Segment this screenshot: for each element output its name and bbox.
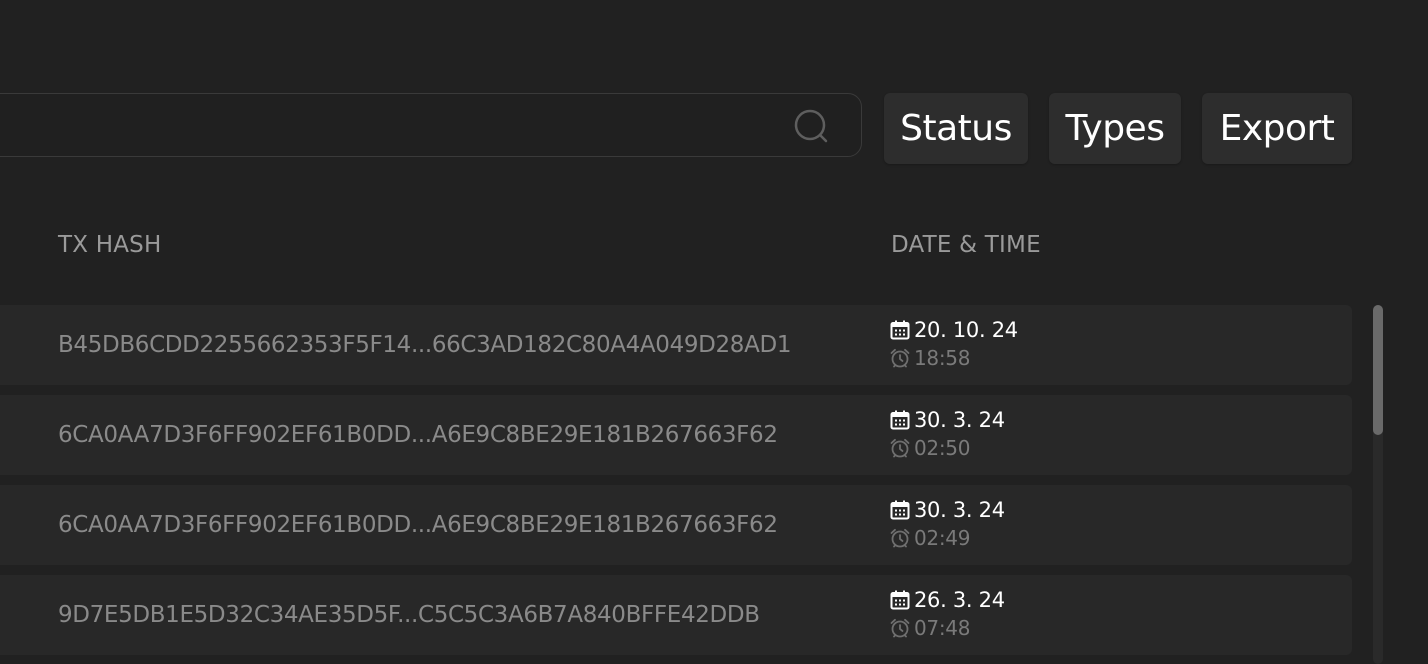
table-row[interactable]: 9D7E5DB1E5D32C34AE35D5F...C5C5C3A6B7A840…	[0, 575, 1352, 655]
tx-hash-cell[interactable]: 6CA0AA7D3F6FF902EF61B0DD...A6E9C8BE29E18…	[58, 395, 868, 475]
scrollbar-thumb[interactable]	[1373, 305, 1383, 435]
date-cell: 30. 3. 24	[890, 408, 1005, 432]
calendar-icon	[890, 320, 910, 340]
column-header-tx-hash: TX HASH	[58, 232, 162, 258]
search-input[interactable]	[11, 94, 795, 157]
tx-hash-cell[interactable]: B45DB6CDD2255662353F5F14...66C3AD182C80A…	[58, 305, 868, 385]
date-text: 30. 3. 24	[914, 408, 1005, 432]
time-cell: 02:50	[890, 436, 970, 460]
table-row[interactable]: 6CA0AA7D3F6FF902EF61B0DD...A6E9C8BE29E18…	[0, 485, 1352, 565]
time-text: 07:48	[914, 616, 971, 640]
table-row[interactable]: B45DB6CDD2255662353F5F14...66C3AD182C80A…	[0, 305, 1352, 385]
types-filter-button[interactable]: Types	[1049, 93, 1181, 164]
export-button[interactable]: Export	[1202, 93, 1352, 164]
alarm-clock-icon	[890, 438, 910, 458]
time-cell: 18:58	[890, 346, 970, 370]
calendar-icon	[890, 590, 910, 610]
search-icon[interactable]	[793, 108, 829, 144]
search-box[interactable]	[0, 93, 862, 157]
date-text: 26. 3. 24	[914, 588, 1005, 612]
time-text: 02:49	[914, 526, 971, 550]
status-filter-button[interactable]: Status	[884, 93, 1028, 164]
time-text: 02:50	[914, 436, 971, 460]
tx-hash-cell[interactable]: 9D7E5DB1E5D32C34AE35D5F...C5C5C3A6B7A840…	[58, 575, 868, 655]
table-row[interactable]: 6CA0AA7D3F6FF902EF61B0DD...A6E9C8BE29E18…	[0, 395, 1352, 475]
calendar-icon	[890, 500, 910, 520]
column-header-date-time: DATE & TIME	[891, 232, 1041, 258]
alarm-clock-icon	[890, 618, 910, 638]
transactions-page: Status Types Export TX HASH DATE & TIME …	[0, 0, 1428, 664]
time-text: 18:58	[914, 346, 971, 370]
date-cell: 26. 3. 24	[890, 588, 1005, 612]
date-cell: 30. 3. 24	[890, 498, 1005, 522]
calendar-icon	[890, 410, 910, 430]
date-cell: 20. 10. 24	[890, 318, 1018, 342]
alarm-clock-icon	[890, 348, 910, 368]
time-cell: 07:48	[890, 616, 970, 640]
alarm-clock-icon	[890, 528, 910, 548]
date-text: 30. 3. 24	[914, 498, 1005, 522]
tx-hash-cell[interactable]: 6CA0AA7D3F6FF902EF61B0DD...A6E9C8BE29E18…	[58, 485, 868, 565]
date-text: 20. 10. 24	[914, 318, 1018, 342]
time-cell: 02:49	[890, 526, 970, 550]
